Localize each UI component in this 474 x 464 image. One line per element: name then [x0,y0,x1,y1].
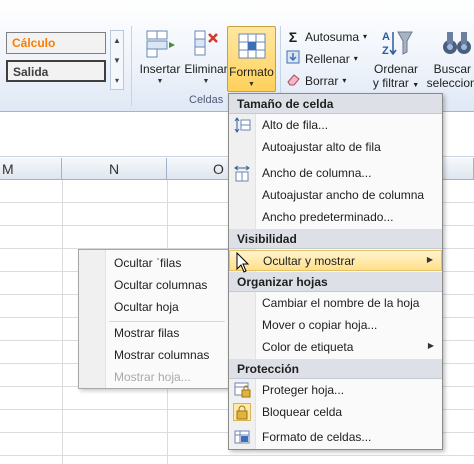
section-cell-size: Tamaño de celda [229,94,442,114]
insertar-button[interactable]: Insertar ▼ [136,28,184,85]
grid-line [0,455,474,456]
buscar-button[interactable]: Buscar y seleccionar [424,28,474,90]
chevron-down-icon: ▾ [342,76,347,85]
eliminar-label: Eliminar [184,62,228,76]
row-height-item[interactable]: Alto de fila... [229,115,442,136]
chevron-down-icon: ▾ [363,32,368,41]
section-organize: Organizar hojas [229,272,442,292]
insertar-label: Insertar [139,62,181,76]
delete-cells-icon [189,28,223,58]
insert-cells-icon [143,28,177,58]
rellenar-label: Rellenar [305,51,350,66]
column-header-m[interactable]: M [0,158,62,180]
editing-small-buttons: Σ Autosuma ▾ Rellenar ▾ Borrar ▾ [285,26,367,92]
scroll-up-icon[interactable]: ▲ [111,31,123,51]
column-width-icon [233,164,251,182]
move-copy-item[interactable]: Mover o copiar hoja... [229,315,442,336]
protect-sheet-item[interactable]: Proteger hoja... [229,380,442,401]
lock-icon [233,403,251,421]
borrar-label: Borrar [305,73,339,88]
format-cells-label: Formato de celdas... [262,430,372,444]
gallery-more-icon[interactable]: ▾ [111,71,123,91]
styles-gallery-scroll[interactable]: ▲ ▼ ▾ [110,30,124,90]
sigma-icon: Σ [288,28,298,45]
column-width-item[interactable]: Ancho de columna... [229,163,442,184]
hide-columns-item[interactable]: Ocultar columnas [79,275,229,297]
mouse-pointer-icon [236,251,250,277]
column-width-label: Ancho de columna... [262,166,372,180]
tab-color-label: Color de etiqueta [262,340,354,354]
show-columns-item[interactable]: Mostrar columnas [79,345,229,367]
default-width-item[interactable]: Ancho predeterminado... [229,207,442,228]
protect-sheet-icon [233,381,251,399]
group-celdas-label: Celdas [189,94,224,106]
fill-down-icon [285,49,301,68]
style-salida[interactable]: Salida [6,60,106,82]
formato-dropdown-menu: Tamaño de celda Alto de fila... Autoajus… [228,93,443,450]
buscar-label: Buscar y [433,62,474,76]
autofit-row-label: Autoajustar alto de fila [262,140,381,154]
chevron-down-icon: ▼ [202,78,210,85]
section-visibility: Visibilidad [229,229,442,249]
chevron-right-icon: ▶ [427,341,434,350]
sort-filter-icon: A Z [379,28,413,58]
default-width-label: Ancho predeterminado... [262,210,394,224]
lock-cell-item[interactable]: Bloquear celda [229,402,442,423]
svg-text:A: A [382,31,390,43]
ordenar-button[interactable]: A Z Ordenar y filtrar ▼ [368,28,424,90]
autofit-column-item[interactable]: Autoajustar ancho de columna [229,185,442,206]
chevron-right-icon: ▶ [426,255,433,264]
buscar-label-2: seleccionar [426,76,474,90]
lock-cell-label: Bloquear celda [262,405,343,419]
rename-sheet-label: Cambiar el nombre de la hoja [262,296,420,310]
style-calculo[interactable]: Cálculo [6,32,106,54]
hide-sheet-item[interactable]: Ocultar hoja [79,297,229,319]
borrar-button[interactable]: Borrar ▾ [285,70,367,91]
rellenar-button[interactable]: Rellenar ▾ [285,48,367,69]
show-sheet-item: Mostrar hoja... [114,370,191,384]
ordenar-label: Ordenar [373,62,419,76]
hide-show-label: Ocultar y mostrar [263,254,356,268]
submenu-separator [109,321,225,322]
chevron-down-icon: ▼ [412,82,420,89]
format-cells-small-icon [233,428,251,446]
autosuma-label: Autosuma [305,29,360,44]
hide-rows-item[interactable]: Ocultar ˈfilas [79,253,229,275]
formato-label: Formato [229,65,274,79]
move-copy-label: Mover o copiar hoja... [262,318,378,332]
ordenar-label-2: y filtrar [372,76,409,90]
protect-sheet-label: Proteger hoja... [262,383,345,397]
svg-text:Z: Z [382,45,389,57]
group-divider [131,26,132,106]
tab-color-item[interactable]: Color de etiqueta ▶ [229,337,442,358]
eraser-icon [285,71,301,90]
section-protection: Protección [229,359,442,379]
column-header-n[interactable]: N [62,158,167,180]
binoculars-icon [440,28,474,58]
autofit-row-item[interactable]: Autoajustar alto de fila [229,137,442,158]
row-height-icon [233,116,251,134]
autofit-column-label: Autoajustar ancho de columna [262,188,425,202]
chevron-down-icon: ▾ [353,54,358,63]
format-cells-item[interactable]: Formato de celdas... [229,427,442,448]
formato-button[interactable]: Formato ▼ [227,26,276,92]
scroll-down-icon[interactable]: ▼ [111,51,123,71]
format-cells-icon [236,31,268,61]
chevron-down-icon: ▼ [156,78,164,85]
hide-show-submenu: Ocultar ˈfilas Ocultar columnas Ocultar … [78,249,230,389]
autosuma-button[interactable]: Σ Autosuma ▾ [285,26,367,47]
eliminar-button[interactable]: Eliminar ▼ [184,28,228,85]
show-rows-item[interactable]: Mostrar filas [79,323,229,345]
row-height-label: Alto de fila... [262,118,329,132]
chevron-down-icon: ▼ [248,81,255,88]
rename-sheet-item[interactable]: Cambiar el nombre de la hoja [229,293,442,314]
grid-line [62,180,63,464]
hide-show-item[interactable]: Ocultar y mostrar ▶ [229,250,442,271]
